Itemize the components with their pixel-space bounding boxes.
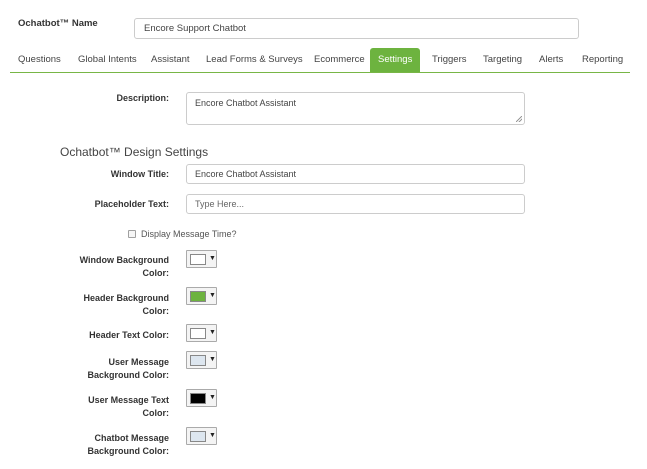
chatbot-message-bg-color-picker[interactable]: ▼: [186, 427, 217, 445]
label-line: User Message: [108, 357, 169, 367]
header-bg-color-label: Header Background Color:: [83, 292, 169, 317]
tab-ecommerce[interactable]: Ecommerce: [314, 48, 365, 72]
tab-assistant[interactable]: Assistant: [151, 48, 190, 72]
tab-global-intents[interactable]: Global Intents: [78, 48, 137, 72]
caret-down-icon: ▼: [209, 394, 216, 401]
caret-down-icon: ▼: [209, 329, 216, 336]
label-line: Window Background: [79, 255, 169, 265]
label-line: Header Text Color:: [89, 330, 169, 340]
user-message-bg-color-picker[interactable]: ▼: [186, 351, 217, 369]
resize-grip-icon[interactable]: [516, 116, 522, 122]
description-value: Encore Chatbot Assistant: [195, 98, 297, 108]
chatbot-name-input[interactable]: Encore Support Chatbot: [134, 18, 579, 39]
header-text-color-label: Header Text Color:: [89, 329, 169, 342]
color-swatch: [190, 431, 206, 442]
header-bg-color-picker[interactable]: ▼: [186, 287, 217, 305]
display-message-time-checkbox[interactable]: [128, 230, 136, 238]
window-bg-color-picker[interactable]: ▼: [186, 250, 217, 268]
display-message-time-label: Display Message Time?: [141, 229, 237, 239]
tab-reporting[interactable]: Reporting: [582, 48, 623, 72]
color-swatch: [190, 328, 206, 339]
color-swatch: [190, 355, 206, 366]
settings-tabs: Questions Global Intents Assistant Lead …: [10, 48, 630, 73]
chatbot-name-label: Ochatbot™ Name: [18, 18, 98, 29]
design-settings-title: Ochatbot™ Design Settings: [60, 145, 209, 159]
label-line: User Message Text: [88, 395, 169, 405]
placeholder-text-input[interactable]: Type Here...: [186, 194, 525, 214]
tab-settings[interactable]: Settings: [370, 48, 421, 72]
tab-questions[interactable]: Questions: [18, 48, 61, 72]
window-bg-color-label: Window Background Color:: [80, 254, 169, 279]
label-line: Header Background: [83, 293, 169, 303]
label-line: Color:: [142, 267, 170, 278]
user-message-text-color-picker[interactable]: ▼: [186, 389, 217, 407]
placeholder-text-label: Placeholder Text:: [94, 199, 169, 209]
label-line: Background Color:: [87, 445, 169, 456]
tab-lead-forms[interactable]: Lead Forms & Surveys: [206, 48, 303, 72]
caret-down-icon: ▼: [209, 255, 216, 262]
window-title-label: Window Title:: [110, 169, 169, 179]
tab-targeting[interactable]: Targeting: [483, 48, 522, 72]
caret-down-icon: ▼: [209, 432, 216, 439]
tab-triggers[interactable]: Triggers: [432, 48, 467, 72]
color-swatch: [190, 254, 206, 265]
caret-down-icon: ▼: [209, 356, 216, 363]
user-message-bg-color-label: User Message Background Color:: [87, 356, 169, 381]
color-swatch: [190, 291, 206, 302]
window-title-input[interactable]: Encore Chatbot Assistant: [186, 164, 525, 184]
user-message-text-color-label: User Message Text Color:: [88, 394, 169, 419]
color-swatch: [190, 393, 206, 404]
label-line: Color:: [142, 407, 170, 418]
label-line: Chatbot Message: [94, 433, 169, 443]
description-textarea[interactable]: Encore Chatbot Assistant: [186, 92, 525, 125]
tab-alerts[interactable]: Alerts: [539, 48, 563, 72]
label-line: Background Color:: [87, 369, 169, 380]
header-text-color-picker[interactable]: ▼: [186, 324, 217, 342]
label-line: Color:: [142, 305, 170, 316]
description-label: Description:: [116, 93, 169, 103]
chatbot-message-bg-color-label: Chatbot Message Background Color:: [87, 432, 169, 457]
caret-down-icon: ▼: [209, 292, 216, 299]
